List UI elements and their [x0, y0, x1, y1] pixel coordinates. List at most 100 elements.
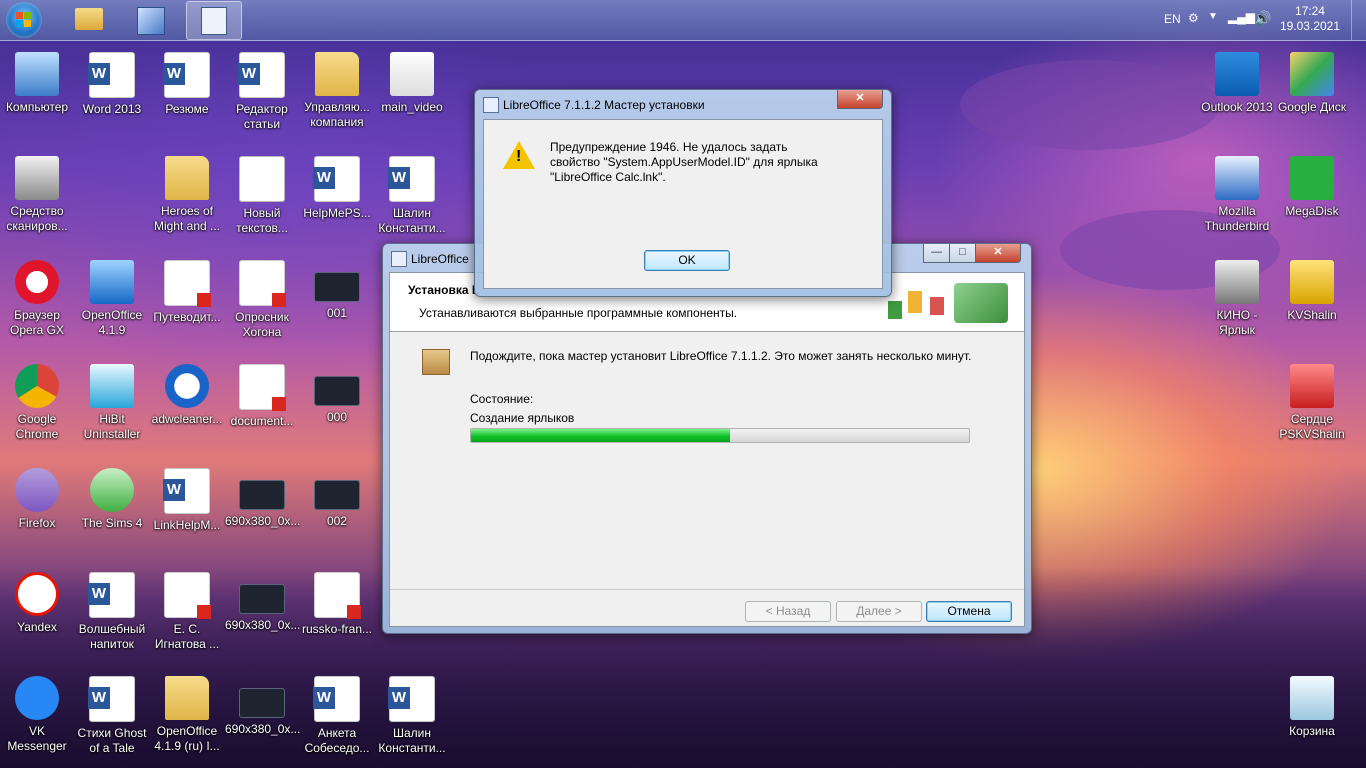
- desktop-icon[interactable]: HiBit Uninstaller: [75, 364, 149, 442]
- language-indicator[interactable]: EN: [1164, 12, 1181, 26]
- dialog-message: Предупреждение 1946. Не удалось задать с…: [550, 140, 818, 184]
- desktop-icon[interactable]: Outlook 2013: [1200, 52, 1274, 115]
- pdf-icon: [239, 260, 286, 307]
- desktop-icon[interactable]: KVShalin: [1275, 260, 1349, 323]
- desktop-icon-label: OpenOffice 4.1.9 (ru) I...: [154, 724, 220, 753]
- image-icon: [314, 480, 360, 510]
- minimize-button[interactable]: —: [923, 244, 950, 263]
- desktop-icon[interactable]: Mozilla Thunderbird: [1200, 156, 1274, 234]
- volume-icon[interactable]: 🔊: [1254, 10, 1271, 27]
- desktop-icon-label: Резюме: [165, 102, 209, 116]
- desktop-icon[interactable]: 000: [300, 364, 374, 425]
- cancel-button[interactable]: Отмена: [926, 601, 1012, 622]
- show-desktop-button[interactable]: [1351, 0, 1366, 40]
- warning-icon: !: [503, 141, 535, 169]
- desktop-icon[interactable]: 690x380_0x...: [225, 468, 300, 529]
- pdf-icon: [239, 364, 286, 411]
- taskbar: EN ⚙ ▼ ▂▄▆ 🔊 17:24 19.03.2021: [0, 0, 1366, 41]
- installer-title-icon: [391, 251, 407, 267]
- desktop-icon[interactable]: MegaDisk: [1275, 156, 1349, 219]
- recycle-bin-icon: [1290, 676, 1334, 720]
- word-doc-icon: [88, 676, 135, 722]
- desktop-icon[interactable]: Сердце PSKVShalin: [1275, 364, 1349, 442]
- desktop-icon[interactable]: Компьютер: [0, 52, 74, 115]
- openoffice-icon: [90, 260, 134, 304]
- desktop-icon[interactable]: Heroes of Might and ...: [150, 156, 224, 234]
- desktop-icon-label: 001: [326, 306, 348, 320]
- desktop-icon[interactable]: Новый текстов...: [225, 156, 299, 236]
- desktop-icon[interactable]: 002: [300, 468, 374, 529]
- keyboard-settings-icon[interactable]: ⚙: [1188, 11, 1199, 25]
- next-button[interactable]: Далее >: [836, 601, 922, 622]
- desktop-icon-label: Компьютер: [5, 100, 69, 114]
- installer-client-area: Установка L Устанавливаются выбранные пр…: [389, 272, 1025, 627]
- network-icon[interactable]: ▂▄▆: [1228, 10, 1255, 24]
- clock[interactable]: 17:24 19.03.2021: [1280, 4, 1340, 34]
- tray-expand-icon[interactable]: ▼: [1208, 11, 1218, 22]
- taskbar-installer-button[interactable]: [186, 1, 242, 40]
- desktop-icon-label: 002: [326, 514, 348, 528]
- word-doc-icon: [163, 468, 210, 514]
- desktop-icon[interactable]: OpenOffice 4.1.9 (ru) I...: [150, 676, 224, 754]
- desktop-icon[interactable]: Волшебный напиток: [75, 572, 149, 652]
- desktop-icon-label: HiBit Uninstaller: [83, 412, 141, 441]
- desktop-icon[interactable]: Google Chrome: [0, 364, 74, 442]
- desktop-icon[interactable]: Путеводит...: [150, 260, 224, 325]
- lock-icon: [1290, 260, 1334, 304]
- word-icon: [88, 52, 135, 98]
- desktop-icon[interactable]: Firefox: [0, 468, 74, 531]
- desktop-icon[interactable]: adwcleaner...: [150, 364, 224, 427]
- desktop-icon[interactable]: document...: [225, 364, 299, 429]
- desktop-icon-label: Google Chrome: [15, 412, 59, 441]
- desktop-icon[interactable]: Редактор статьи: [225, 52, 299, 132]
- ok-button[interactable]: OK: [644, 250, 730, 271]
- desktop-icon[interactable]: Средство сканиров...: [0, 156, 74, 234]
- desktop-icon[interactable]: Шалин Константи...: [375, 156, 449, 236]
- desktop-icon[interactable]: Анкета Собеседо...: [300, 676, 374, 756]
- video-icon: [390, 52, 434, 96]
- dialog-close-button[interactable]: ✕: [837, 90, 883, 109]
- desktop-icon[interactable]: The Sims 4: [75, 468, 149, 531]
- start-button[interactable]: [6, 2, 42, 38]
- maximize-button[interactable]: □: [949, 244, 976, 263]
- image-icon: [239, 480, 285, 510]
- desktop-icon[interactable]: Браузер Opera GX: [0, 260, 74, 338]
- desktop-icon[interactable]: Стихи Ghost of a Tale: [75, 676, 149, 756]
- desktop-icon[interactable]: Управляю... компания: [300, 52, 374, 130]
- box-icon: [422, 349, 450, 375]
- taskbar-explorer-button[interactable]: [62, 1, 116, 38]
- desktop-icon-label: KVShalin: [1287, 308, 1337, 322]
- clock-date: 19.03.2021: [1279, 19, 1340, 33]
- desktop-icon[interactable]: LinkHelpM...: [150, 468, 224, 533]
- desktop-icon[interactable]: russko-fran...: [300, 572, 374, 637]
- desktop-icon-label: Outlook 2013: [1201, 100, 1273, 114]
- desktop-icon[interactable]: Корзина: [1275, 676, 1349, 739]
- back-button[interactable]: < Назад: [745, 601, 831, 622]
- desktop-icon[interactable]: VK Messenger: [0, 676, 74, 754]
- desktop-icon[interactable]: КИНО - Ярлык: [1200, 260, 1274, 338]
- dialog-client-area: ! Предупреждение 1946. Не удалось задать…: [483, 119, 883, 289]
- desktop-icon[interactable]: Yandex: [0, 572, 74, 635]
- hibit-icon: [90, 364, 134, 408]
- word-doc-icon: [313, 676, 360, 722]
- folder-icon: [315, 52, 359, 96]
- desktop-icon[interactable]: HelpMePS...: [300, 156, 374, 221]
- desktop-icon-label: Heroes of Might and ...: [153, 204, 221, 233]
- desktop-icon[interactable]: Опросник Хогона: [225, 260, 299, 340]
- desktop-icon[interactable]: Шалин Константи...: [375, 676, 449, 756]
- desktop-icon[interactable]: Google Диск: [1275, 52, 1349, 115]
- desktop-icon-label: Шалин Константи...: [378, 726, 446, 755]
- dialog-title: LibreOffice 7.1.1.2 Мастер установки: [503, 98, 705, 112]
- close-button[interactable]: ✕: [975, 244, 1021, 263]
- desktop-icon[interactable]: 001: [300, 260, 374, 321]
- windows-flag-icon: [16, 12, 32, 28]
- desktop-icon[interactable]: Резюме: [150, 52, 224, 117]
- image-icon: [314, 376, 360, 406]
- taskbar-app-button[interactable]: [124, 1, 178, 38]
- desktop-icon[interactable]: OpenOffice 4.1.9: [75, 260, 149, 338]
- desktop-icon[interactable]: Е. С. Игнатова ...: [150, 572, 224, 652]
- desktop-icon[interactable]: 690x380_0x...: [225, 572, 300, 633]
- desktop-icon[interactable]: Word 2013: [75, 52, 149, 117]
- desktop-icon[interactable]: 690x380_0x...: [225, 676, 300, 737]
- desktop-icon[interactable]: main_video: [375, 52, 449, 115]
